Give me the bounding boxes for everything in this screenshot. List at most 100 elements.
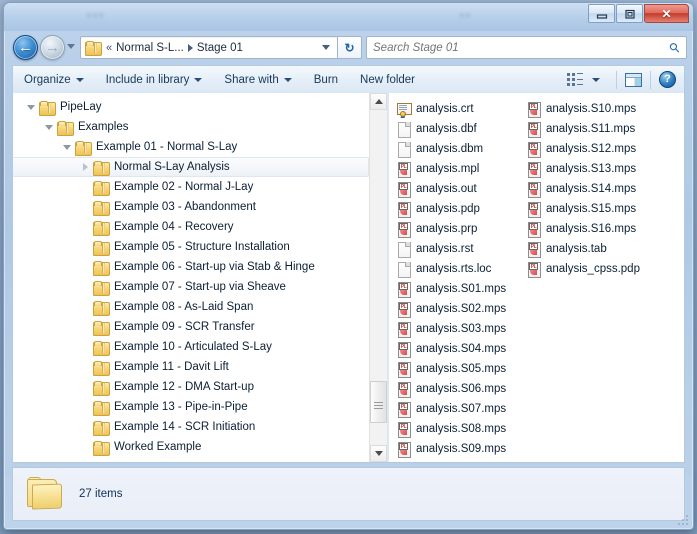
breadcrumb-separator-icon[interactable] [188, 44, 193, 52]
forward-button[interactable]: → [40, 35, 65, 60]
help-icon[interactable]: ? [659, 71, 676, 88]
file-list-item[interactable]: PLanalysis.S03.mps [397, 319, 527, 339]
tree-item[interactable]: PipeLay [13, 97, 369, 117]
file-list-item[interactable]: PLanalysis.mpl [397, 159, 527, 179]
search-input[interactable] [373, 42, 670, 54]
file-list-item[interactable]: PL analysis_cpss.pdp [527, 259, 657, 279]
scrollbar-thumb[interactable] [370, 381, 387, 423]
tree-item[interactable]: Example 11 - Davit Lift [13, 357, 369, 377]
file-list-item[interactable]: PLanalysis.S10.mps [527, 99, 657, 119]
file-list-pane[interactable]: analysis.crtanalysis.dbfanalysis.dbmPLan… [389, 93, 684, 462]
file-list-item[interactable]: PLanalysis.S07.mps [397, 399, 527, 419]
preview-pane-icon[interactable] [625, 73, 642, 87]
tree-item[interactable]: Example 14 - SCR Initiation [13, 417, 369, 437]
tree-item[interactable]: Example 06 - Start-up via Stab & Hinge [13, 257, 369, 277]
folder-icon [93, 201, 109, 214]
file-list-item[interactable]: PLanalysis.pdp [397, 199, 527, 219]
file-list-item[interactable]: PLanalysis.S02.mps [397, 299, 527, 319]
file-list-item[interactable]: PLanalysis.S12.mps [527, 139, 657, 159]
breadcrumb-parent[interactable]: Normal S-L... [116, 42, 184, 54]
back-button[interactable]: ← [13, 35, 38, 60]
tree-item[interactable]: Example 12 - DMA Start-up [13, 377, 369, 397]
tree-item-label: Example 13 - Pipe-in-Pipe [114, 401, 248, 413]
breadcrumb-current[interactable]: Stage 01 [197, 42, 243, 54]
file-list-item[interactable]: PLanalysis.S01.mps [397, 279, 527, 299]
file-list-item[interactable]: PLanalysis.S08.mps [397, 419, 527, 439]
twisty-expanded-icon[interactable] [59, 145, 75, 150]
file-name-label: analysis.S09.mps [416, 443, 506, 455]
pipelay-file-icon: PL [527, 261, 541, 277]
scroll-down-button[interactable] [370, 445, 387, 462]
file-list-item[interactable]: PLanalysis.S05.mps [397, 359, 527, 379]
search-box[interactable]: ⚲ [366, 36, 687, 59]
file-list-item[interactable]: PLanalysis.S06.mps [397, 379, 527, 399]
tree-item-label: Normal S-Lay Analysis [114, 161, 230, 173]
change-view-icon[interactable] [567, 73, 584, 87]
views-dropdown-icon[interactable] [592, 78, 600, 82]
tree-item-label: Example 01 - Normal S-Lay [96, 141, 237, 153]
tree-item[interactable]: Example 02 - Normal J-Lay [13, 177, 369, 197]
file-list-item[interactable]: analysis.rts.loc [397, 259, 527, 279]
file-list-item[interactable]: PLanalysis.prp [397, 219, 527, 239]
twisty-expanded-icon[interactable] [41, 125, 57, 130]
file-name-label: analysis.mpl [416, 163, 479, 175]
pipelay-file-icon: PL [397, 441, 411, 457]
share-with-button[interactable]: Share with [213, 66, 302, 93]
tree-item[interactable]: Example 01 - Normal S-Lay [13, 137, 369, 157]
refresh-button[interactable]: ↻ [338, 36, 362, 59]
minimize-button[interactable] [588, 4, 615, 23]
breadcrumb-dropdown-icon[interactable] [322, 45, 330, 50]
burn-label: Burn [314, 74, 338, 86]
organize-button[interactable]: Organize [13, 66, 95, 93]
file-list-item[interactable]: PLanalysis.S16.mps [527, 219, 657, 239]
new-folder-button[interactable]: New folder [349, 66, 426, 93]
tree-item[interactable]: Example 03 - Abandonment [13, 197, 369, 217]
file-list-item[interactable]: PLanalysis.out [397, 179, 527, 199]
twisty-expanded-icon[interactable] [23, 105, 39, 110]
tree-item[interactable]: Example 09 - SCR Transfer [13, 317, 369, 337]
twisty-collapsed-icon[interactable] [77, 163, 93, 171]
file-name-label: analysis_cpss.pdp [546, 263, 640, 275]
breadcrumb-overflow[interactable]: « [106, 42, 112, 54]
file-list-item[interactable]: PLanalysis.S15.mps [527, 199, 657, 219]
file-name-label: analysis.S11.mps [546, 123, 635, 135]
folder-icon [93, 321, 109, 334]
file-list-item[interactable]: PLanalysis.S04.mps [397, 339, 527, 359]
tree-item[interactable]: Example 08 - As-Laid Span [13, 297, 369, 317]
file-list-item[interactable]: PLanalysis.S11.mps [527, 119, 657, 139]
title-bar[interactable]: ●●● ●● ✕ [4, 3, 693, 31]
tree-item-label: Example 09 - SCR Transfer [114, 321, 255, 333]
file-list-item[interactable]: analysis.dbf [397, 119, 527, 139]
file-name-label: analysis.S06.mps [416, 383, 506, 395]
folder-icon [93, 421, 109, 434]
blank-document-icon [397, 141, 411, 157]
file-list-item[interactable]: analysis.crt [397, 99, 527, 119]
burn-button[interactable]: Burn [303, 66, 349, 93]
navigation-pane-scrollbar[interactable] [369, 93, 387, 462]
chevron-down-icon [194, 78, 202, 82]
close-button[interactable]: ✕ [644, 4, 689, 23]
forward-arrow-icon: → [41, 36, 64, 59]
tree-item[interactable]: Examples [13, 117, 369, 137]
file-list-item[interactable]: PLanalysis.S13.mps [527, 159, 657, 179]
scroll-up-button[interactable] [370, 93, 387, 110]
file-list-item[interactable]: analysis.dbm [397, 139, 527, 159]
tree-item[interactable]: Worked Example [13, 437, 369, 457]
resize-grip-icon[interactable] [677, 514, 690, 527]
tree-item[interactable]: Example 10 - Articulated S-Lay [13, 337, 369, 357]
include-in-library-button[interactable]: Include in library [95, 66, 214, 93]
file-list-item[interactable]: PLanalysis.tab [527, 239, 657, 259]
recent-pages-dropdown-icon[interactable] [67, 44, 75, 49]
tree-item[interactable]: Normal S-Lay Analysis [13, 157, 369, 177]
file-list-item[interactable]: PL analysis.S09.mps [397, 439, 527, 459]
tree-item[interactable]: Example 05 - Structure Installation [13, 237, 369, 257]
file-name-label: analysis.out [416, 183, 477, 195]
tree-item[interactable]: Example 13 - Pipe-in-Pipe [13, 397, 369, 417]
tree-item[interactable]: Example 04 - Recovery [13, 217, 369, 237]
address-bar[interactable]: « Normal S-L... Stage 01 [80, 36, 338, 59]
tree-item[interactable]: Example 07 - Start-up via Sheave [13, 277, 369, 297]
file-list-item[interactable]: analysis.rst [397, 239, 527, 259]
maximize-button[interactable] [616, 4, 643, 23]
search-icon[interactable]: ⚲ [666, 38, 684, 56]
file-list-item[interactable]: PLanalysis.S14.mps [527, 179, 657, 199]
